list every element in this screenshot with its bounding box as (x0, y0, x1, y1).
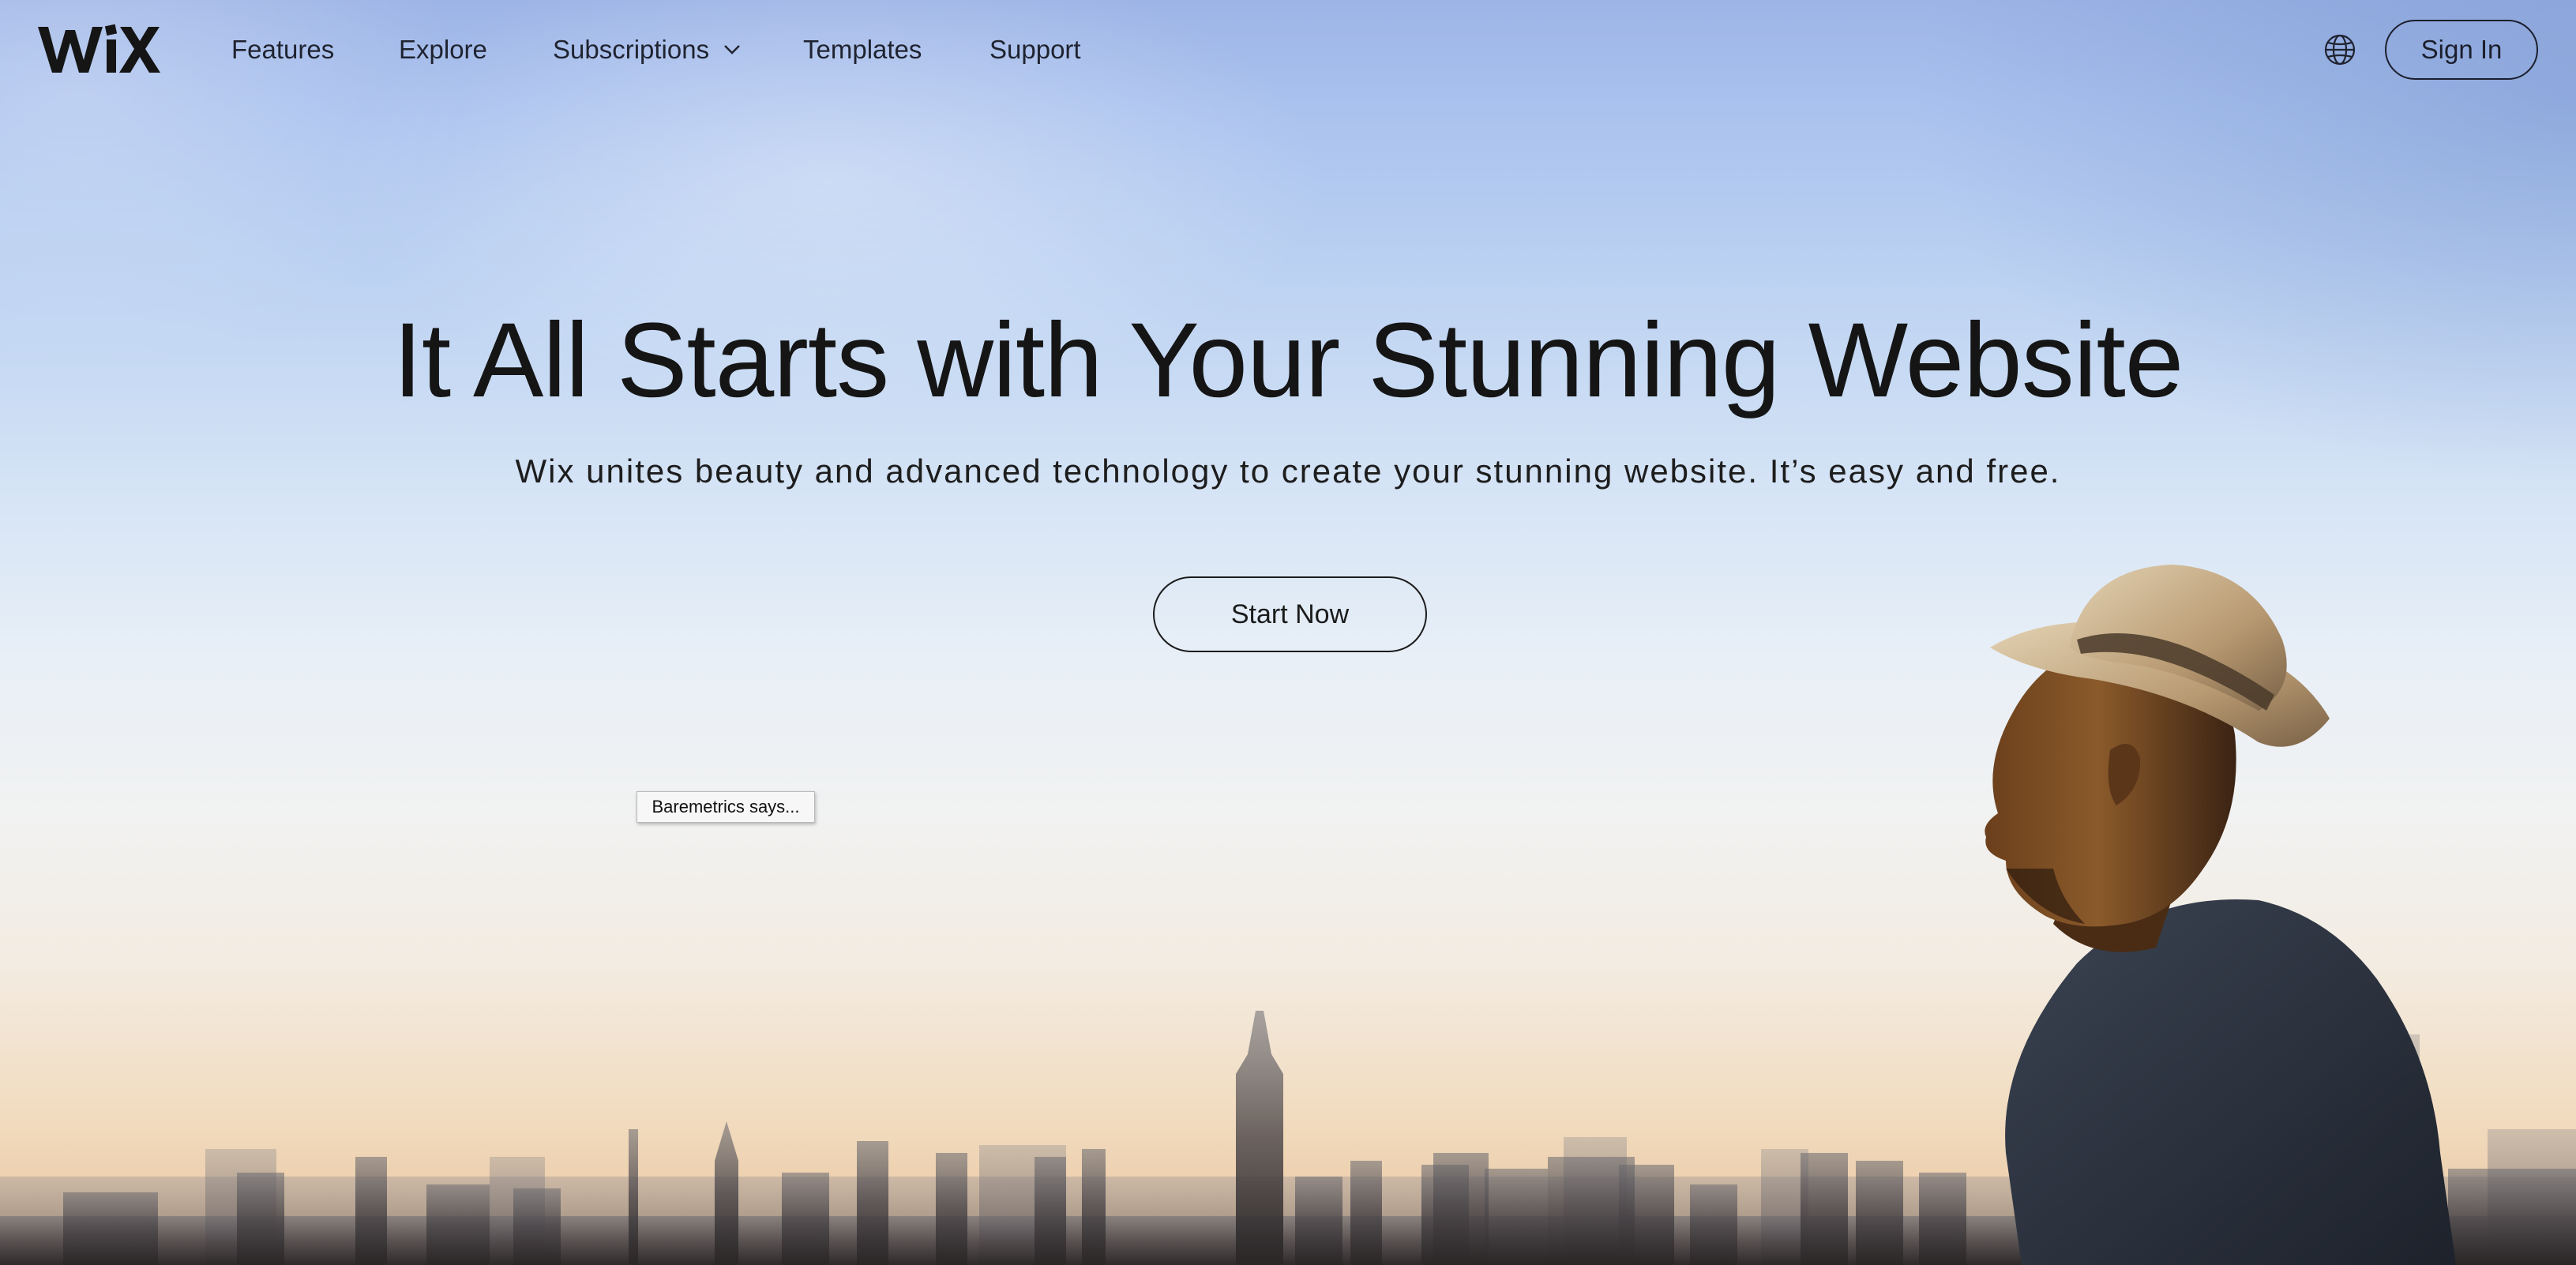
sign-in-label: Sign In (2420, 35, 2503, 64)
tooltip-text: Baremetrics says... (652, 797, 800, 816)
hero-subtitle: Wix unites beauty and advanced technolog… (515, 452, 2061, 490)
wix-logo[interactable] (38, 22, 161, 77)
nav-templates-label: Templates (803, 35, 922, 64)
nav-templates[interactable]: Templates (803, 35, 922, 65)
tooltip: Baremetrics says... (636, 791, 815, 823)
chevron-down-icon (724, 45, 740, 54)
nav-features-label: Features (231, 35, 335, 64)
start-now-button[interactable]: Start Now (1153, 576, 1427, 652)
person-with-hat-image (1985, 565, 2456, 1265)
nav-explore[interactable]: Explore (399, 35, 487, 65)
nav-support[interactable]: Support (989, 35, 1081, 65)
hero-title: It All Starts with Your Stunning Website (392, 302, 2184, 419)
sign-in-button[interactable]: Sign In (2385, 20, 2538, 80)
top-navigation: Features Explore Subscriptions Templates… (0, 0, 2576, 101)
nav-explore-label: Explore (399, 35, 487, 64)
start-now-label: Start Now (1230, 599, 1350, 629)
nav-subscriptions-label: Subscriptions (553, 35, 710, 64)
nav-subscriptions[interactable]: Subscriptions (553, 35, 741, 65)
nav-support-label: Support (989, 35, 1081, 64)
globe-icon[interactable] (2323, 33, 2356, 66)
nav-features[interactable]: Features (231, 35, 334, 65)
